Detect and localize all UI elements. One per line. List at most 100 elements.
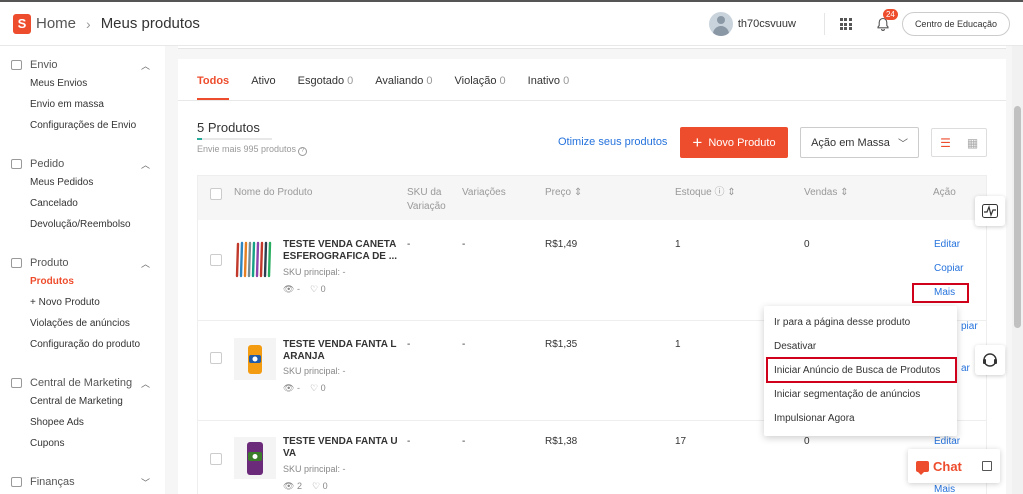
more-link-partial[interactable]: ar <box>961 363 970 374</box>
menu-item-boost-now[interactable]: Impulsionar Agora <box>774 413 855 424</box>
sidebar-item-violacoes[interactable]: Violações de anúncios <box>0 313 165 334</box>
menu-item-start-targeting-ad[interactable]: Iniciar segmentação de anúncios <box>774 389 920 400</box>
sidebar-item-meus-pedidos[interactable]: Meus Pedidos <box>0 172 165 193</box>
eye-icon: 👁 <box>283 284 295 294</box>
edit-link[interactable]: Editar <box>934 436 960 447</box>
chevron-up-icon: ︿ <box>140 159 150 170</box>
bag-icon <box>11 258 22 268</box>
top-bar: S Home › Meus produtos th70csvuuw 24 Cen… <box>0 0 1023 46</box>
divider <box>823 13 825 35</box>
chat-widget[interactable]: Chat <box>908 449 1000 483</box>
shopee-logo[interactable]: S <box>13 13 31 34</box>
row-checkbox[interactable] <box>210 352 222 364</box>
chat-icon <box>916 460 929 475</box>
apps-grid-icon[interactable] <box>839 18 852 30</box>
product-stats: 👁 - ♡ 0 <box>283 284 326 294</box>
stock-value: 1 <box>675 239 681 250</box>
grid-view-icon[interactable]: ▦ <box>959 129 986 156</box>
sidebar-group-title: Produto <box>30 257 69 269</box>
education-center-button[interactable]: Centro de Educação <box>901 12 1010 36</box>
sidebar-item-devolucao[interactable]: Devolução/Reembolso <box>0 214 165 235</box>
sidebar-group-header[interactable]: Finanças ﹀ <box>0 474 165 490</box>
sidebar-group-header[interactable]: Envio ︿ <box>0 57 165 73</box>
sidebar-group-pedido: Pedido ︿ Meus Pedidos Cancelado Devolução… <box>0 156 165 235</box>
chat-label: Chat <box>933 458 962 474</box>
product-thumbnail[interactable] <box>234 238 276 280</box>
stock-value: 1 <box>675 339 681 350</box>
product-name[interactable]: TESTE VENDA FANTA L ARANJA <box>283 339 399 363</box>
help-icon[interactable]: ? <box>298 147 308 156</box>
sidebar-group-header[interactable]: Produto ︿ <box>0 255 165 271</box>
sku-variation-value: - <box>407 436 411 447</box>
sidebar-group-header[interactable]: Central de Marketing ︿ <box>0 375 165 391</box>
sidebar-item-cupons[interactable]: Cupons <box>0 433 165 454</box>
sidebar-group-header[interactable]: Pedido ︿ <box>0 156 165 172</box>
optimize-products-link[interactable]: Otimize seus produtos <box>558 136 667 148</box>
sidebar-item-meus-envios[interactable]: Meus Envios <box>0 73 165 94</box>
column-name: Nome do Produto <box>234 187 313 198</box>
column-sales[interactable]: Vendas ⇕ <box>804 186 849 200</box>
view-toggle: ☰ ▦ <box>931 128 987 157</box>
product-sku: SKU principal: - <box>283 267 346 277</box>
sku-variation-value: - <box>407 239 411 250</box>
chevron-up-icon: ︿ <box>140 60 150 71</box>
list-view-icon[interactable]: ☰ <box>932 129 959 156</box>
chat-minimize-icon[interactable] <box>981 461 992 471</box>
select-all-checkbox[interactable] <box>210 188 222 200</box>
sidebar-group-title: Finanças <box>30 476 75 488</box>
column-stock[interactable]: Estoque ⓘ ⇕ <box>675 186 736 200</box>
product-stats: 👁 2 ♡ 0 <box>283 481 328 491</box>
column-variations: Variações <box>462 187 506 198</box>
tab-esgotado[interactable]: Esgotado 0 <box>298 75 354 100</box>
avatar[interactable] <box>708 12 733 36</box>
performance-float-button[interactable] <box>975 196 1005 226</box>
tab-avaliando[interactable]: Avaliando 0 <box>375 75 432 100</box>
sidebar-item-novo-produto[interactable]: + Novo Produto <box>0 292 165 313</box>
copy-link[interactable]: Copiar <box>934 263 963 274</box>
product-thumbnail[interactable] <box>234 437 276 479</box>
product-name[interactable]: TESTE VENDA CANETA ESFEROGRAFICA DE ... <box>283 239 399 263</box>
menu-item-go-to-product-page[interactable]: Ir para a página desse produto <box>774 317 910 328</box>
sidebar-item-produtos[interactable]: Produtos <box>0 271 165 292</box>
eye-icon: 👁 <box>283 383 295 393</box>
eye-icon: 👁 <box>283 481 295 491</box>
products-count-block: 5 Produtos Envie mais 995 produtos? <box>197 120 308 156</box>
products-count: 5 Produtos <box>197 120 260 135</box>
plus-icon: + <box>692 133 703 152</box>
new-product-button[interactable]: + Novo Produto <box>680 127 788 158</box>
row-checkbox[interactable] <box>210 254 222 266</box>
sidebar-item-config-produto[interactable]: Configuração do produto <box>0 334 165 355</box>
copy-link-partial[interactable]: piar <box>961 321 978 332</box>
row-checkbox[interactable] <box>210 453 222 465</box>
more-link[interactable]: Mais <box>934 484 955 494</box>
sidebar-item-shopee-ads[interactable]: Shopee Ads <box>0 412 165 433</box>
edit-link[interactable]: Editar <box>934 239 960 250</box>
variations-value: - <box>462 339 466 350</box>
product-thumbnail[interactable] <box>234 338 276 380</box>
product-name[interactable]: TESTE VENDA FANTA U VA <box>283 436 399 460</box>
page-scrollbar[interactable] <box>1012 46 1023 494</box>
breadcrumb-home[interactable]: Home <box>36 15 76 32</box>
support-float-button[interactable] <box>975 345 1005 375</box>
clipboard-icon <box>11 159 22 169</box>
sku-variation-value: - <box>407 339 411 350</box>
menu-item-deactivate[interactable]: Desativar <box>774 341 816 352</box>
tab-bar: Todos Ativo Esgotado 0 Avaliando 0 Violaçã… <box>178 59 1006 101</box>
chevron-up-icon: ︿ <box>140 258 150 269</box>
bell-icon[interactable]: 24 <box>876 9 898 31</box>
sidebar-item-central-marketing[interactable]: Central de Marketing <box>0 391 165 412</box>
scrollbar-thumb[interactable] <box>1014 106 1021 328</box>
sidebar-item-cancelado[interactable]: Cancelado <box>0 193 165 214</box>
tab-todos[interactable]: Todos <box>197 75 230 100</box>
wallet-icon <box>11 477 22 487</box>
tab-inativo[interactable]: Inativo 0 <box>528 75 570 100</box>
chevron-up-icon: ︿ <box>140 378 150 389</box>
username[interactable]: th70csvuuw <box>738 18 796 30</box>
mass-action-dropdown[interactable]: Ação em Massa ﹀ <box>800 127 919 158</box>
column-price[interactable]: Preço ⇕ <box>545 186 582 200</box>
sidebar-item-config-envio[interactable]: Configurações de Envio <box>0 115 165 136</box>
tab-ativo[interactable]: Ativo <box>251 75 275 100</box>
pulse-icon <box>982 204 998 218</box>
tab-violacao[interactable]: Violação 0 <box>455 75 506 100</box>
sidebar-item-envio-em-massa[interactable]: Envio em massa <box>0 94 165 115</box>
